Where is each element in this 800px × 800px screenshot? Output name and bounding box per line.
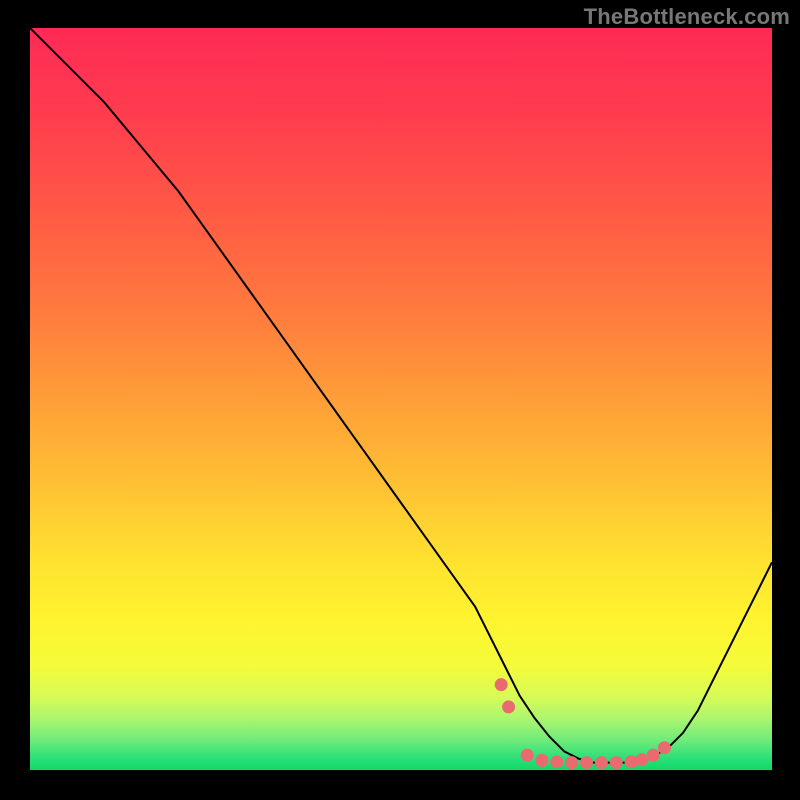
bottleneck-chart xyxy=(0,0,800,800)
highlight-dot xyxy=(502,700,515,713)
highlight-dot xyxy=(610,756,623,769)
highlight-dot xyxy=(580,756,593,769)
highlight-dot xyxy=(565,756,578,769)
highlight-dot xyxy=(495,678,508,691)
highlight-dot xyxy=(625,755,638,768)
highlight-dot xyxy=(535,754,548,767)
highlight-dot xyxy=(647,749,660,762)
highlight-dot xyxy=(595,756,608,769)
watermark-text: TheBottleneck.com xyxy=(584,4,790,30)
highlight-dot xyxy=(658,741,671,754)
highlight-dot xyxy=(550,755,563,768)
highlight-dot xyxy=(636,753,649,766)
highlight-dot xyxy=(521,749,534,762)
plot-background xyxy=(30,28,772,770)
